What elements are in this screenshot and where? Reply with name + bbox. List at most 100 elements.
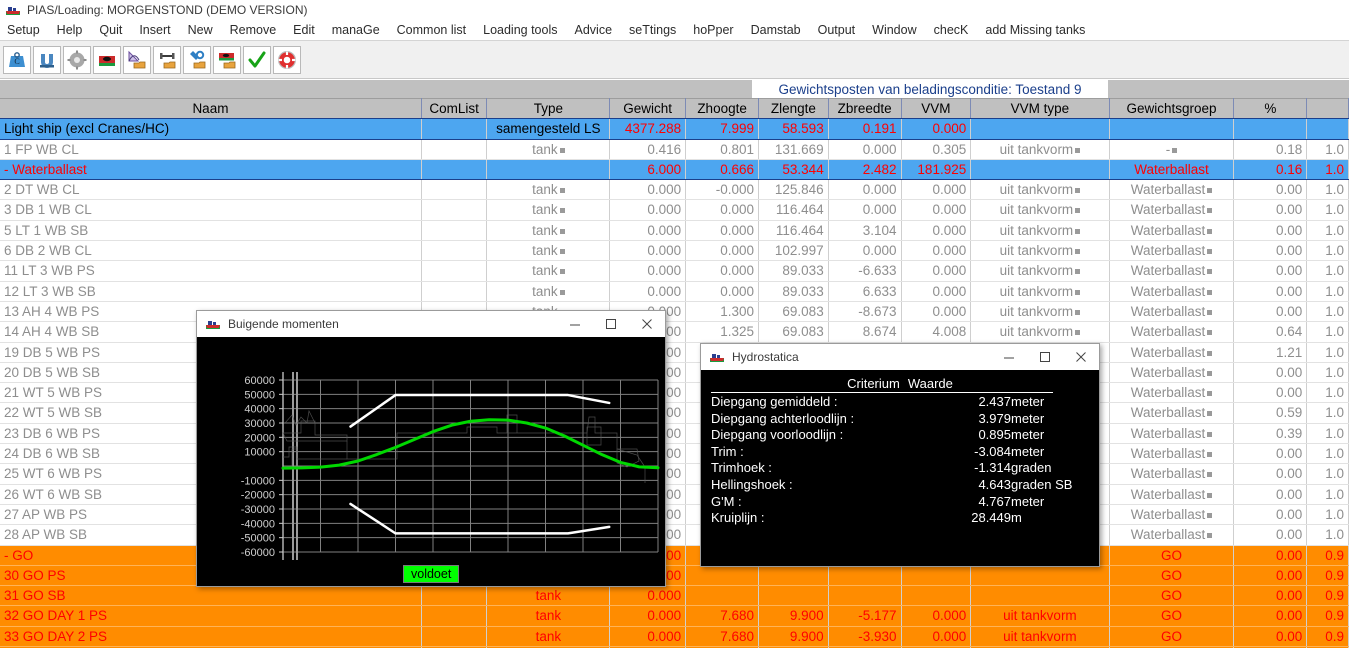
resize-handle[interactable] [1207, 472, 1213, 478]
resize-handle[interactable] [559, 249, 565, 255]
cell-groep[interactable]: Waterballast [1109, 158, 1235, 181]
cell-zhoogte[interactable]: 0.000 [685, 199, 759, 221]
cell-gewicht[interactable]: 0.000 [609, 220, 687, 242]
minimize-icon[interactable] [557, 311, 593, 337]
resize-handle[interactable] [1207, 330, 1213, 336]
table-row[interactable]: 6 DB 2 WB CL tank 0.000 0.000 102.997 0.000 0.… [0, 240, 1349, 262]
menu-item-add-missing-tanks[interactable]: add Missing tanks [985, 23, 1085, 37]
cell-vvm[interactable]: 0.000 [901, 220, 972, 242]
cell-vvm[interactable]: 0.000 [901, 179, 972, 201]
cell-vvmtype[interactable]: uit tankvorm [970, 220, 1110, 242]
cell-naam[interactable]: 6 DB 2 WB CL [0, 240, 422, 262]
cell-vvm[interactable]: 181.925 [901, 158, 972, 181]
cell-groep[interactable]: Waterballast [1109, 382, 1235, 404]
table-row[interactable]: 5 LT 1 WB SB tank 0.000 0.000 116.464 3.104 0.… [0, 220, 1349, 242]
cell-gewicht[interactable]: 0.000 [609, 260, 687, 282]
cell-zhoogte[interactable]: -0.000 [685, 179, 759, 201]
cell-zbreedte[interactable]: -8.673 [828, 301, 902, 323]
cell-last[interactable]: 1.0 [1306, 321, 1349, 343]
cell-type[interactable]: tank [486, 240, 611, 262]
cell-pct[interactable]: 0.00 [1233, 179, 1308, 201]
cell-gewicht[interactable]: 0.000 [609, 281, 687, 302]
cell-last[interactable]: 1.0 [1306, 402, 1349, 424]
cell-vvm[interactable]: 0.000 [901, 626, 972, 648]
cell-zlengte[interactable]: 58.593 [758, 118, 829, 140]
cell-zbreedte[interactable]: -6.633 [828, 260, 902, 282]
cell-groep[interactable]: Waterballast [1109, 199, 1235, 221]
cell-pct[interactable]: 0.00 [1233, 301, 1308, 323]
maximize-icon[interactable] [593, 311, 629, 337]
cell-groep[interactable]: Waterballast [1109, 402, 1235, 424]
cell-vvm[interactable]: 0.000 [901, 118, 972, 140]
menu-item-hopper[interactable]: hoPper [693, 23, 733, 37]
cell-zbreedte[interactable]: 2.482 [828, 158, 902, 181]
cell-groep[interactable]: - [1109, 139, 1235, 160]
cell-gewicht[interactable]: 0.416 [609, 139, 687, 160]
col-header-type[interactable]: Type [486, 98, 611, 120]
cell-vvmtype[interactable]: uit tankvorm [970, 179, 1110, 201]
cell-vvmtype[interactable]: uit tankvorm [970, 281, 1110, 302]
menu-item-new[interactable]: New [188, 23, 213, 37]
table-row[interactable]: 3 DB 1 WB CL tank 0.000 0.000 116.464 0.000 0.… [0, 199, 1349, 221]
resize-handle[interactable] [1207, 411, 1213, 417]
cell-comlist[interactable] [421, 605, 488, 627]
cell-pct[interactable] [1233, 118, 1308, 140]
resize-handle[interactable] [559, 208, 565, 214]
bending-moments-window[interactable]: Buigende momenten 60000 50000 40000 30000 20… [196, 310, 666, 587]
col-header-vvm-type[interactable]: VVM type [970, 98, 1110, 120]
menu-item-remove[interactable]: Remove [230, 23, 277, 37]
menu-item-damstab[interactable]: Damstab [751, 23, 801, 37]
cell-naam[interactable]: Light ship (excl Cranes/HC) [0, 118, 422, 140]
cell-groep[interactable]: Waterballast [1109, 362, 1235, 384]
cell-last[interactable]: 1.0 [1306, 158, 1349, 181]
cell-pct[interactable]: 0.00 [1233, 281, 1308, 302]
cell-comlist[interactable] [421, 260, 488, 282]
cell-zbreedte[interactable]: 0.000 [828, 240, 902, 262]
hydrostatics-title-bar[interactable]: Hydrostatica [701, 344, 1099, 370]
cell-type[interactable]: tank [486, 139, 611, 160]
cell-pct[interactable]: 0.00 [1233, 605, 1308, 627]
cell-comlist[interactable] [421, 158, 488, 181]
cell-zhoogte[interactable] [685, 565, 759, 587]
resize-handle[interactable] [1207, 309, 1213, 315]
cell-last[interactable]: 1.0 [1306, 504, 1349, 526]
resize-handle[interactable] [1075, 289, 1081, 295]
cell-pct[interactable]: 1.21 [1233, 342, 1308, 363]
table-row[interactable]: 1 FP WB CL tank 0.416 0.801 131.669 0.000 0.30… [0, 139, 1349, 160]
ship-folder-icon-button[interactable] [213, 45, 241, 74]
cell-gewicht[interactable]: 0.000 [609, 626, 687, 648]
cell-naam[interactable]: 32 GO DAY 1 PS [0, 605, 422, 627]
menu-item-output[interactable]: Output [818, 23, 856, 37]
col-header-comlist[interactable]: ComList [421, 98, 488, 120]
cell-naam[interactable]: 5 LT 1 WB SB [0, 220, 422, 242]
cell-groep[interactable]: Waterballast [1109, 321, 1235, 343]
ship-section-icon-button[interactable] [93, 45, 121, 74]
resize-handle[interactable] [1207, 289, 1213, 295]
cell-zbreedte[interactable]: 6.633 [828, 281, 902, 302]
cell-zbreedte[interactable] [828, 565, 902, 587]
cell-comlist[interactable] [421, 139, 488, 160]
cell-pct[interactable]: 0.00 [1233, 524, 1308, 546]
cell-last[interactable]: 0.9 [1306, 585, 1349, 607]
cell-vvmtype[interactable]: uit tankvorm [970, 199, 1110, 221]
cell-comlist[interactable] [421, 281, 488, 302]
cell-last[interactable]: 1.0 [1306, 179, 1349, 201]
bending-moments-title-bar[interactable]: Buigende momenten [197, 311, 665, 337]
resize-handle[interactable] [1207, 492, 1213, 498]
curve-folder-icon-button[interactable] [123, 45, 151, 74]
col-header-zlengte[interactable]: Zlengte [758, 98, 829, 120]
cell-comlist[interactable] [421, 240, 488, 262]
cell-pct[interactable]: 0.00 [1233, 565, 1308, 587]
cell-zhoogte[interactable]: 0.666 [685, 158, 759, 181]
cell-vvm[interactable]: 0.000 [901, 260, 972, 282]
cell-last[interactable]: 0.9 [1306, 605, 1349, 627]
col-header-zbreedte[interactable]: Zbreedte [828, 98, 902, 120]
col-header-gewicht[interactable]: Gewicht [609, 98, 687, 120]
minimize-icon[interactable] [991, 344, 1027, 370]
cell-groep[interactable]: GO [1109, 605, 1235, 627]
resize-handle[interactable] [559, 188, 565, 194]
cell-pct[interactable]: 0.00 [1233, 240, 1308, 262]
cell-groep[interactable]: Waterballast [1109, 220, 1235, 242]
cell-zbreedte[interactable]: 0.000 [828, 179, 902, 201]
cell-pct[interactable]: 0.00 [1233, 260, 1308, 282]
